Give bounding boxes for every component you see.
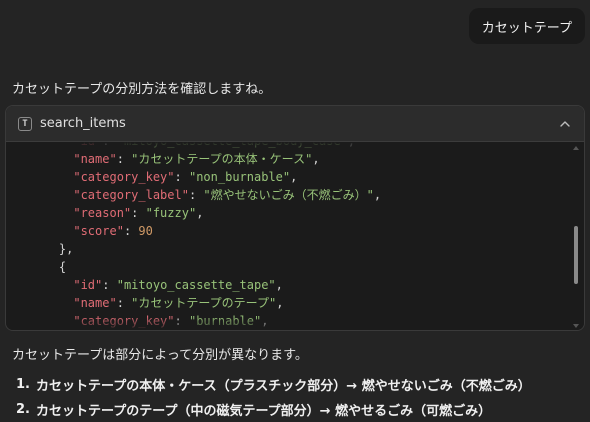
json-punctuation: , [373, 188, 382, 202]
tool-name: search_items [40, 116, 126, 131]
code-fade-bottom [6, 316, 584, 330]
json-key: "category_label" [73, 188, 189, 202]
json-punctuation: : [188, 188, 204, 202]
list-item-number: 1. [16, 377, 30, 392]
json-punctuation: }, [58, 242, 74, 256]
json-punctuation: , [196, 206, 204, 220]
json-punctuation: { [58, 260, 67, 274]
assistant-intro-text: カセットテープの分別方法を確認しますね。 [12, 82, 272, 97]
list-item-number: 2. [16, 402, 30, 417]
json-key: "category_key" [73, 170, 175, 184]
json-key: "id" [73, 278, 103, 292]
json-punctuation: , [290, 170, 298, 184]
tool-icon: T [18, 116, 32, 131]
sorting-result-list: 1. カセットテープの本体・ケース（プラスチック部分）→ 燃やせないごみ（不燃ご… [16, 372, 531, 422]
json-key: "score" [73, 224, 124, 238]
code-line: "name": "カセットテープのテープ", [30, 294, 381, 312]
code-line: "reason": "fuzzy", [30, 204, 381, 222]
json-punctuation: : [131, 206, 146, 220]
json-string: "燃やせないごみ（不燃ごみ）" [203, 188, 374, 202]
code-line: "category_label": "燃やせないごみ（不燃ごみ）", [30, 186, 381, 204]
list-item: 2. カセットテープのテープ（中の磁気テープ部分）→ 燃やせるごみ（可燃ごみ） [16, 397, 531, 422]
json-punctuation: , [276, 296, 284, 310]
code-line: }, [30, 240, 381, 258]
chevron-up-icon[interactable] [558, 117, 572, 131]
code-fade-top [6, 142, 584, 156]
list-item: 1. カセットテープの本体・ケース（プラスチック部分）→ 燃やせないごみ（不燃ご… [16, 372, 531, 397]
user-message-text: カセットテープ [481, 20, 572, 36]
code-line: { [30, 258, 381, 276]
json-key: "name" [73, 296, 117, 310]
list-item-text: カセットテープのテープ（中の磁気テープ部分）→ 燃やせるごみ（可燃ごみ） [36, 404, 492, 419]
tool-output-code-area[interactable]: "id": "mitoyo_cassette_tape_body_case", … [6, 142, 584, 330]
json-punctuation: : [116, 296, 132, 310]
scroll-down-arrow-icon[interactable] [573, 324, 579, 328]
user-message-bubble: カセットテープ [468, 8, 585, 44]
json-punctuation: : [123, 224, 139, 238]
json-punctuation: : [174, 170, 189, 184]
json-string: "non_burnable" [188, 170, 291, 184]
code-line: "category_key": "non_burnable", [30, 168, 381, 186]
scrollbar-thumb[interactable] [574, 226, 578, 284]
code-scrollbar[interactable] [572, 146, 580, 328]
assistant-summary-text: カセットテープは部分によって分別が異なります。 [12, 348, 308, 363]
tool-call-header[interactable]: T search_items [6, 106, 584, 142]
tool-call-card: T search_items "id": "mitoyo_cassette_ta… [5, 105, 585, 331]
json-string: "fuzzy" [145, 206, 197, 220]
json-punctuation: , [275, 278, 283, 292]
json-string: "カセットテープのテープ" [131, 296, 277, 310]
json-key: "reason" [73, 206, 132, 220]
scroll-up-arrow-icon[interactable] [573, 146, 579, 150]
code-line: "id": "mitoyo_cassette_tape", [30, 276, 381, 294]
json-number: 90 [138, 224, 153, 238]
json-punctuation: : [102, 278, 117, 292]
json-string: "mitoyo_cassette_tape" [116, 278, 276, 292]
tool-output-json: "id": "mitoyo_cassette_tape_body_case", … [30, 142, 381, 330]
code-line: "score": 90 [30, 222, 381, 240]
list-item-text: カセットテープの本体・ケース（プラスチック部分）→ 燃やせないごみ（不燃ごみ） [36, 379, 531, 394]
